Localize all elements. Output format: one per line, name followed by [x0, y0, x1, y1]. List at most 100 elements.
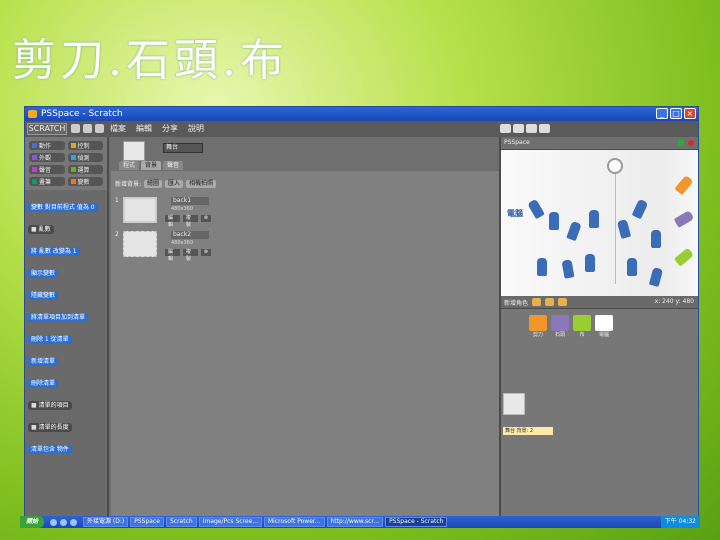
- taskbar-item[interactable]: PSSpace: [130, 517, 164, 527]
- stop-sign-icon[interactable]: [688, 140, 694, 146]
- window-titlebar[interactable]: PSSpace - Scratch _ □ ×: [25, 107, 698, 121]
- category-variables[interactable]: 變數: [67, 177, 103, 186]
- new-list-block[interactable]: 新增清單: [28, 357, 59, 366]
- list-length-block[interactable]: 清單的長度: [28, 423, 72, 432]
- edit-button[interactable]: 編輯: [165, 249, 180, 262]
- paint-button[interactable]: 繪圖: [144, 179, 163, 188]
- costume-item[interactable]: 1 back1 480x360 編輯 複製 ⊗: [115, 195, 211, 228]
- sprite-name-field[interactable]: 舞台: [163, 143, 203, 153]
- category-buttons: 動作 控制 外觀 偵測 聲音 運算 畫筆 變數: [25, 137, 107, 190]
- normal-stage-icon[interactable]: [526, 124, 537, 133]
- list-item-block[interactable]: 清單的項目: [28, 401, 72, 410]
- sprite-list-label: 布: [579, 332, 585, 338]
- share-icon[interactable]: [95, 124, 104, 133]
- scripts-area: 舞台 程式 背景 聲音 新增背景: 繪圖 匯入 相機拍照 1 back1 480…: [109, 137, 499, 517]
- hand-sprite: [537, 258, 547, 276]
- small-stage-icon[interactable]: [513, 124, 524, 133]
- window-controls: _ □ ×: [656, 108, 696, 119]
- category-operators[interactable]: 運算: [67, 165, 103, 174]
- scratch-logo: SCRATCH: [27, 123, 67, 135]
- menu-edit[interactable]: 編輯: [136, 123, 152, 134]
- sprite-list-item[interactable]: 電腦: [595, 315, 613, 339]
- costume-name-field[interactable]: back2: [171, 231, 209, 239]
- clock-icon: [607, 158, 623, 174]
- sprite-list-header: 新增角色: [501, 296, 568, 308]
- variable-blocks: 變數 對目前程式 值為 0 亂數 將 亂數 改變為 1 顯示變數 隱藏變數 將清…: [25, 190, 107, 462]
- desktop-icon[interactable]: [70, 518, 78, 526]
- backgrounds-panel: 新增背景: 繪圖 匯入 相機拍照 1 back1 480x360 編輯 複製 ⊗…: [111, 171, 499, 517]
- maximize-button[interactable]: □: [670, 108, 682, 119]
- system-tray-clock: 下午 04:32: [660, 516, 700, 528]
- choose-sprite-icon[interactable]: [545, 298, 555, 306]
- costume-name-field[interactable]: back1: [171, 197, 209, 205]
- stage[interactable]: 電腦: [501, 150, 698, 296]
- random-sprite-icon[interactable]: [558, 298, 568, 306]
- delete-icon[interactable]: ⊗: [200, 249, 211, 256]
- minimize-button[interactable]: _: [656, 108, 668, 119]
- stage-thumbnail[interactable]: [503, 393, 525, 415]
- copy-button[interactable]: 複製: [182, 215, 198, 228]
- add-to-list-block[interactable]: 將清單項目加到清單: [28, 313, 89, 322]
- green-flag-icon[interactable]: [678, 140, 684, 146]
- stage-tag: 舞台 背景: 2: [503, 427, 553, 435]
- delete-list-block[interactable]: 刪除清單: [28, 379, 59, 388]
- category-control[interactable]: 控制: [67, 141, 103, 150]
- start-button[interactable]: 開始: [20, 516, 45, 528]
- delete-icon[interactable]: ⊗: [200, 215, 211, 222]
- media-icon[interactable]: [60, 518, 68, 526]
- sprite-list-item[interactable]: 石頭: [551, 315, 569, 339]
- copy-button[interactable]: 複製: [182, 249, 198, 262]
- hand-sprite: [585, 254, 595, 272]
- taskbar-item[interactable]: Scratch: [165, 517, 197, 527]
- cursor-tool-icon[interactable]: [500, 124, 511, 133]
- category-sound[interactable]: 聲音: [29, 165, 65, 174]
- category-sensing[interactable]: 偵測: [67, 153, 103, 162]
- hand-sprite: [651, 230, 661, 248]
- category-pen[interactable]: 畫筆: [29, 177, 65, 186]
- close-button[interactable]: ×: [684, 108, 696, 119]
- list-contains-block[interactable]: 清單包含 物件: [28, 445, 72, 454]
- costume-index: 2: [115, 231, 119, 238]
- mouse-coordinates: x: 240 y: 480: [654, 298, 694, 305]
- taskbar-item[interactable]: Microsoft Power...: [264, 517, 325, 527]
- sprite-list-item[interactable]: 剪刀: [529, 315, 547, 339]
- menu-file[interactable]: 檔案: [110, 123, 126, 134]
- new-background-label: 新增背景:: [115, 181, 142, 188]
- set-variable-block[interactable]: 變數 對目前程式 值為 0: [28, 203, 98, 212]
- sprite-list-item[interactable]: 布: [573, 315, 591, 339]
- hand-sprite: [549, 212, 559, 230]
- tab-sounds[interactable]: 聲音: [163, 161, 184, 170]
- presentation-mode-icon[interactable]: [539, 124, 550, 133]
- project-title: PSSpace: [504, 139, 530, 146]
- camera-button[interactable]: 相機拍照: [186, 179, 217, 188]
- globe-icon[interactable]: [71, 124, 80, 133]
- variable-checkbox-block[interactable]: 亂數: [28, 225, 54, 234]
- category-looks[interactable]: 外觀: [29, 153, 65, 162]
- stage-background: [501, 150, 698, 296]
- taskbar-item-active[interactable]: PSSpace - Scratch: [385, 517, 448, 527]
- paint-sprite-icon[interactable]: [532, 298, 542, 306]
- taskbar-item[interactable]: 外接電源 (D:): [83, 517, 129, 527]
- show-variable-block[interactable]: 顯示變數: [28, 269, 59, 278]
- change-variable-block[interactable]: 將 亂數 改變為 1: [28, 247, 80, 256]
- menu-share[interactable]: 分享: [162, 123, 178, 134]
- taskbar-item[interactable]: http://www.scr...: [326, 517, 384, 527]
- category-motion[interactable]: 動作: [29, 141, 65, 150]
- menu-help[interactable]: 說明: [188, 123, 204, 134]
- hide-variable-block[interactable]: 隱藏變數: [28, 291, 59, 300]
- delete-from-list-block[interactable]: 刪除 1 從清單: [28, 335, 72, 344]
- taskbar-item[interactable]: Image/Pcs Scree...: [198, 517, 262, 527]
- costume-item[interactable]: 2 back2 480x360 編輯 複製 ⊗: [115, 229, 211, 262]
- costume-actions: 編輯 複製 ⊗: [165, 249, 211, 262]
- tab-scripts[interactable]: 程式: [119, 161, 140, 170]
- tab-backgrounds[interactable]: 背景: [141, 161, 162, 170]
- sprite-header: 舞台 程式 背景 聲音: [109, 137, 499, 170]
- browser-icon[interactable]: [50, 518, 58, 526]
- costume-thumbnail[interactable]: [123, 231, 157, 257]
- scratch-window: PSSpace - Scratch _ □ × SCRATCH 檔案 編輯 分享…: [24, 106, 699, 517]
- import-button[interactable]: 匯入: [165, 179, 184, 188]
- costume-thumbnail[interactable]: [123, 197, 157, 223]
- edit-button[interactable]: 編輯: [165, 215, 180, 228]
- stage-size-buttons: [500, 124, 550, 133]
- save-icon[interactable]: [83, 124, 92, 133]
